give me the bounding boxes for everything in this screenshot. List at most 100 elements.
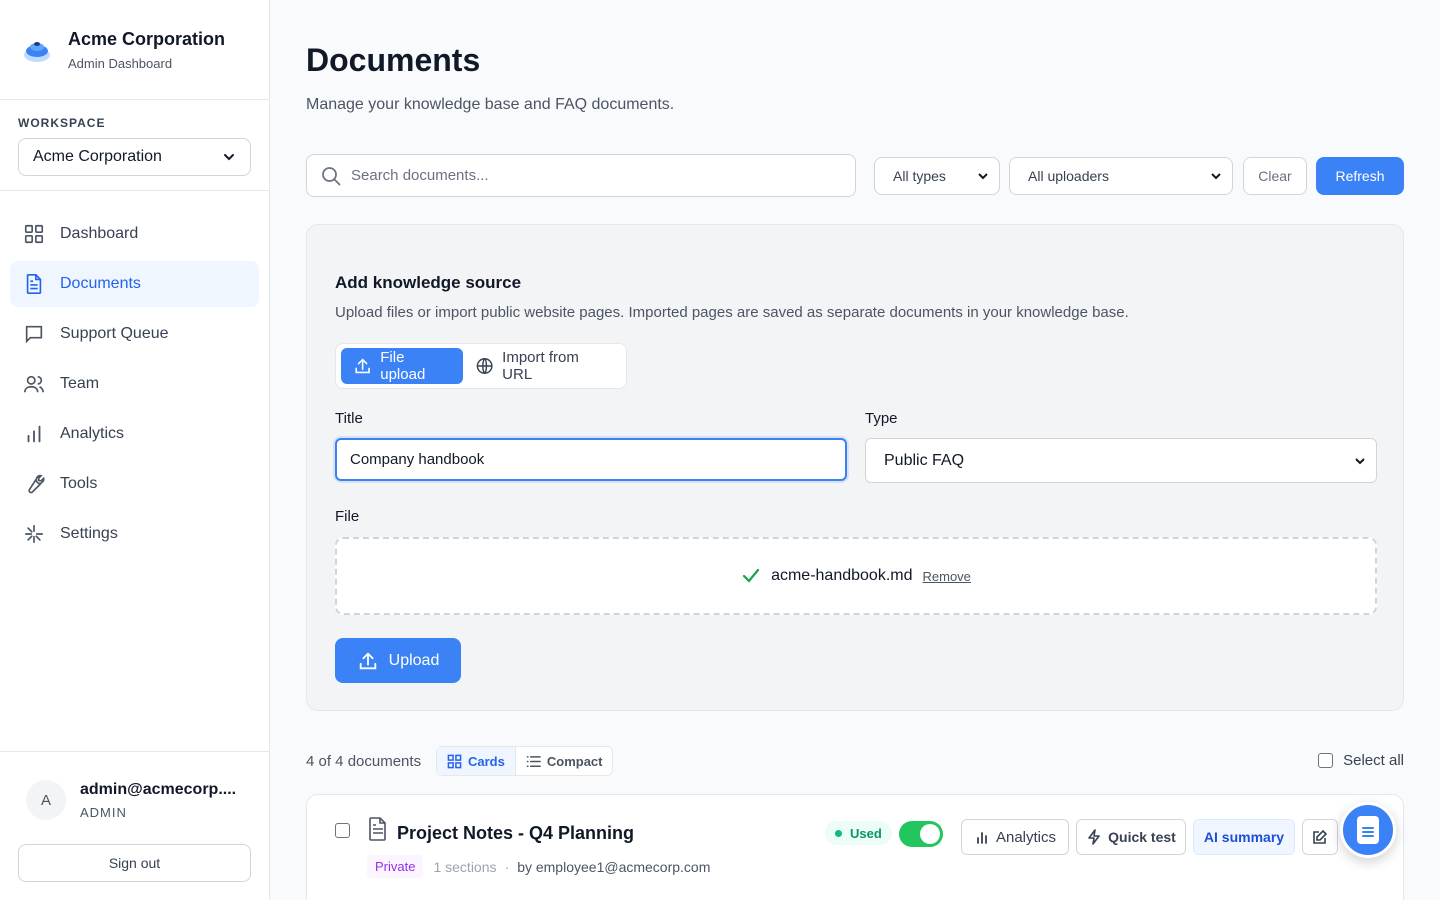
status-label: Used [850,825,882,841]
type-label: Type [865,410,898,427]
select-all-checkbox[interactable] [1318,753,1334,768]
analytics-label: Analytics [995,828,1057,846]
grid-icon [22,222,46,246]
select-all-label: Select all [1343,752,1404,769]
file-name: acme-handbook.md [771,567,913,584]
view-label: Cards [468,753,505,769]
sidebar-item-label: Settings [60,525,118,542]
search-box[interactable] [306,154,856,197]
search-input[interactable] [351,167,831,184]
panel-title: Add knowledge source [335,273,522,292]
chat-widget-button[interactable] [1340,802,1396,858]
sidebar-item-settings[interactable]: Settings [10,511,259,557]
chevron-down-icon [1211,173,1221,180]
chevron-down-icon [224,154,234,161]
document-icon [1357,816,1379,844]
chevron-down-icon [978,173,988,180]
select-all[interactable]: Select all [1318,752,1404,769]
upload-icon [359,651,376,669]
analytics-button[interactable]: Analytics [961,819,1069,855]
view-label: Compact [546,753,603,769]
sidebar-item-label: Support Queue [60,325,169,342]
sidebar-item-label: Team [60,375,100,392]
status-badge: Used [825,821,892,845]
sidebar-item-support-queue[interactable]: Support Queue [10,311,259,357]
page-subtitle: Manage your knowledge base and FAQ docum… [306,96,675,113]
sidebar: Acme Corporation Admin Dashboard WORKSPA… [0,0,270,900]
tab-label: Import from URL [502,349,579,383]
workspace-select[interactable]: Acme Corporation [18,138,251,176]
sidebar-item-analytics[interactable]: Analytics [10,411,259,457]
document-icon [369,817,386,841]
document-list-toolbar: 4 of 4 documents Cards Compact Select al… [306,746,1404,776]
list-icon [526,755,541,767]
remove-file-link[interactable]: Remove [923,569,971,584]
document-icon [22,272,46,296]
source-mode-toggle: File upload Import from URL [335,343,627,389]
tab-label: File upload [380,349,426,383]
quick-test-button[interactable]: Quick test [1076,819,1186,855]
chevron-down-icon [1355,457,1365,464]
status-dot [835,829,842,837]
tab-import-url[interactable]: Import from URL [463,348,621,384]
check-icon [742,568,760,583]
main-content: Documents Manage your knowledge base and… [270,0,1440,900]
document-enabled-toggle[interactable] [899,821,943,847]
document-count: 4 of 4 documents [306,753,422,770]
document-card: Project Notes - Q4 Planning Private 1 se… [306,794,1404,900]
add-knowledge-source-panel: Add knowledge source Upload files or imp… [306,224,1404,711]
settings-icon [22,522,46,546]
panel-subtitle: Upload files or import public website pa… [335,304,1129,321]
document-title[interactable]: Project Notes - Q4 Planning [397,823,634,844]
file-dropzone[interactable]: acme-handbook.md Remove [335,537,1377,615]
lightning-icon [1088,829,1100,845]
upload-icon [355,358,370,374]
workspace-value: Acme Corporation [33,148,162,165]
wrench-icon [22,472,46,496]
page-title: Documents [306,42,481,78]
type-select[interactable]: Public FAQ [865,438,1377,483]
view-cards-button[interactable]: Cards [437,747,516,775]
edit-button[interactable] [1302,819,1338,855]
refresh-button[interactable]: Refresh [1316,157,1404,195]
document-checkbox[interactable] [335,823,350,838]
type-filter-select[interactable]: All types [874,157,1000,195]
bar-chart-icon [22,422,46,446]
sidebar-item-tools[interactable]: Tools [10,461,259,507]
sidebar-item-label: Tools [60,475,98,492]
brand-subtitle: Admin Dashboard [68,55,173,71]
document-uploader: by employee1@acmecorp.com [517,858,711,875]
type-filter-value: All types [893,168,946,184]
search-icon [322,166,341,185]
edit-icon [1313,829,1328,844]
type-select-value: Public FAQ [884,451,965,469]
title-input[interactable]: Company handbook [335,438,847,481]
brand-name: Acme Corporation [68,28,226,49]
uploader-filter-select[interactable]: All uploaders [1009,157,1233,195]
clear-button[interactable]: Clear [1243,157,1307,195]
globe-icon [476,358,493,374]
bar-chart-icon [977,832,987,844]
document-sections: 1 sections [433,858,497,875]
toggle-knob [920,824,940,844]
tab-file-upload[interactable]: File upload [341,348,463,384]
sidebar-item-label: Analytics [60,425,125,442]
uploader-filter-value: All uploaders [1028,168,1109,184]
file-label: File [335,508,360,525]
document-meta: Private 1 sections · by employee1@acmeco… [367,855,710,878]
ai-summary-button[interactable]: AI summary [1193,819,1295,855]
quick-test-label: Quick test [1108,829,1176,845]
users-icon [22,372,46,396]
chat-icon [22,322,46,346]
sign-out-button[interactable]: Sign out [18,844,251,882]
title-label: Title [335,410,363,427]
sidebar-item-team[interactable]: Team [10,361,259,407]
upload-button[interactable]: Upload [335,638,461,683]
user-role: ADMIN [80,804,127,820]
brand-header: Acme Corporation Admin Dashboard [0,0,269,100]
view-compact-button[interactable]: Compact [516,747,613,775]
user-info: A admin@acmecorp.... ADMIN [18,780,251,820]
sidebar-item-dashboard[interactable]: Dashboard [10,211,259,257]
visibility-badge: Private [367,855,424,878]
sidebar-item-documents[interactable]: Documents [10,261,259,307]
